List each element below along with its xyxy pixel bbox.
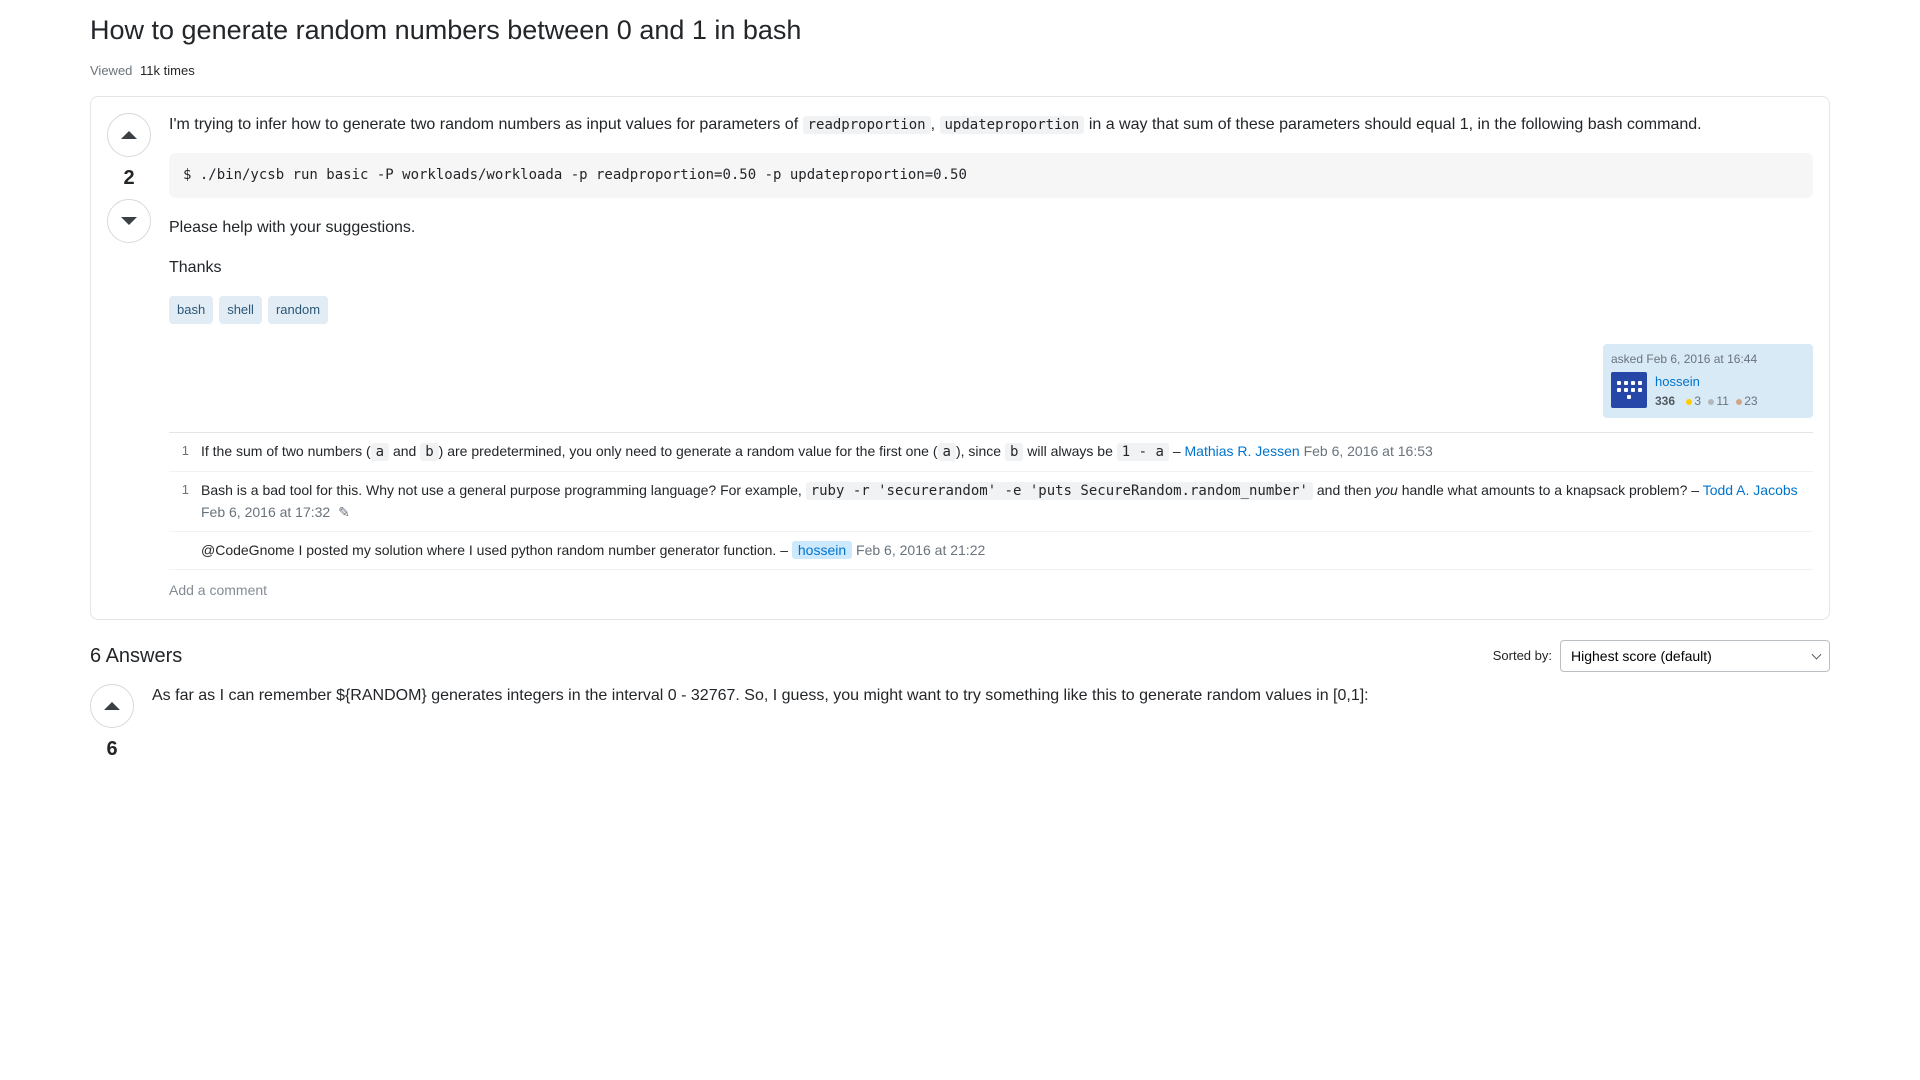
comment-author[interactable]: Mathias R. Jessen [1185,443,1300,459]
downvote-button[interactable] [107,199,151,243]
question-body: I'm trying to infer how to generate two … [169,113,1813,603]
caret-up-icon [103,701,121,711]
tag-list: bash shell random [169,296,1813,324]
sort-controls: Sorted by: Highest score (default) [1493,640,1830,672]
comment-score: 1 [169,441,189,463]
code-block: $ ./bin/ycsb run basic -P workloads/work… [169,153,1813,198]
comment-text: Bash is a bad tool for this. Why not use… [201,480,1813,523]
pencil-icon: ✎ [338,502,350,523]
answers-header: 6 Answers Sorted by: Highest score (defa… [90,640,1830,672]
comment-text: @CodeGnome I posted my solution where I … [201,540,1813,561]
comment-date: Feb 6, 2016 at 21:22 [856,542,985,558]
sort-label: Sorted by: [1493,646,1552,666]
comment-author[interactable]: Todd A. Jacobs [1703,482,1798,498]
gold-badge-icon [1686,399,1692,405]
inline-code: ruby -r 'securerandom' -e 'puts SecureRa… [806,482,1313,500]
inline-code: a [938,443,956,461]
answers-count: 6 Answers [90,641,182,671]
comment-date: Feb 6, 2016 at 16:53 [1304,443,1433,459]
comment: 1 Bash is a bad tool for this. Why not u… [169,472,1813,532]
question-paragraph-2: Please help with your suggestions. [169,216,1813,240]
answer-paragraph-1: As far as I can remember ${RANDOM} gener… [152,684,1830,708]
avatar[interactable] [1611,372,1647,408]
comment-date: Feb 6, 2016 at 17:32 [201,504,330,520]
add-comment-link[interactable]: Add a comment [169,570,1813,603]
inline-code: updateproportion [940,116,1085,134]
caret-up-icon [120,130,138,140]
tag-shell[interactable]: shell [219,296,262,324]
comment-score: 1 [169,480,189,523]
vote-score: 6 [106,734,117,764]
bronze-badge-icon [1736,399,1742,405]
tag-bash[interactable]: bash [169,296,213,324]
comment-author-self[interactable]: hossein [792,541,852,559]
tag-random[interactable]: random [268,296,328,324]
inline-code: 1 - a [1117,443,1169,461]
comment: 1 If the sum of two numbers (a and b) ar… [169,433,1813,472]
comment-list: 1 If the sum of two numbers (a and b) ar… [169,432,1813,570]
vote-score: 2 [123,163,134,193]
owner-reputation: 336 3 11 23 [1655,392,1758,410]
viewed-label: Viewed [90,63,132,78]
question-stats: Viewed 11k times [90,61,1830,81]
question-post: 2 I'm trying to infer how to generate tw… [90,96,1830,620]
asked-time: asked Feb 6, 2016 at 16:44 [1611,350,1805,368]
comment: @CodeGnome I posted my solution where I … [169,532,1813,570]
upvote-button[interactable] [90,684,134,728]
answer-post: 6 As far as I can remember ${RANDOM} gen… [90,684,1830,764]
inline-code: b [1005,443,1023,461]
viewed-value: 11k times [140,63,195,78]
vote-controls: 2 [107,113,151,603]
inline-code: a [371,443,389,461]
question-paragraph-3: Thanks [169,256,1813,280]
inline-code: readproportion [803,116,931,134]
caret-down-icon [120,216,138,226]
upvote-button[interactable] [107,113,151,157]
comment-text: If the sum of two numbers (a and b) are … [201,441,1813,463]
question-title: How to generate random numbers between 0… [90,10,1830,51]
vote-controls: 6 [90,684,134,764]
comment-score [169,540,189,561]
answer-body: As far as I can remember ${RANDOM} gener… [152,684,1830,764]
silver-badge-icon [1708,399,1714,405]
sort-select[interactable]: Highest score (default) [1560,640,1830,672]
question-paragraph-1: I'm trying to infer how to generate two … [169,113,1813,137]
question-owner-card: asked Feb 6, 2016 at 16:44 hossein 336 3… [1603,344,1813,419]
owner-username[interactable]: hossein [1655,372,1758,392]
inline-code: b [420,443,438,461]
